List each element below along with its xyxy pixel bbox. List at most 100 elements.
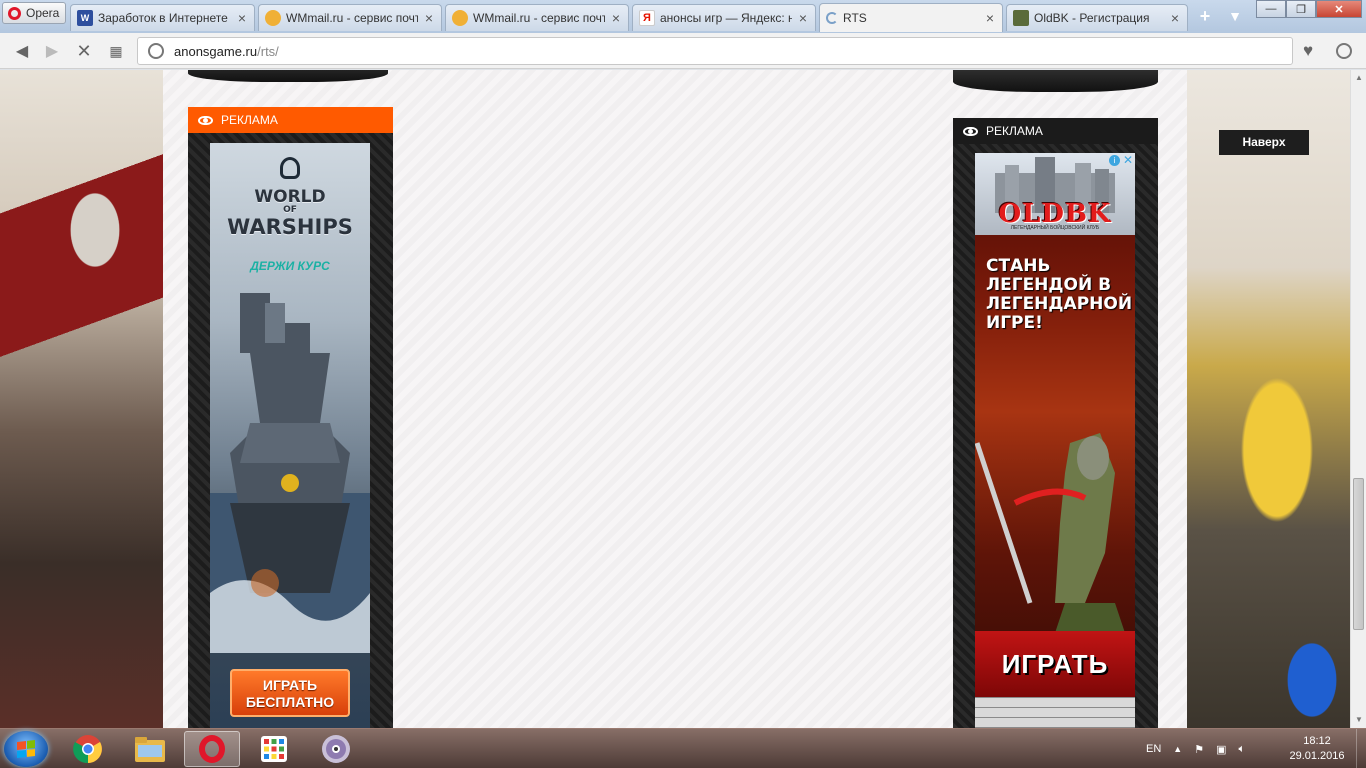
account-icon[interactable]	[1334, 41, 1354, 61]
ad-header-label: РЕКЛАМА	[986, 124, 1043, 138]
tab-menu-icon[interactable]: ▼	[1222, 4, 1248, 28]
oldbk-sublogo: ЛЕГЕНДАРНЫЙ БОЙЦОВСКИЙ КЛУБ	[1010, 225, 1100, 231]
site-info-icon[interactable]	[148, 43, 164, 59]
play-button[interactable]: ИГРАТЬ	[975, 631, 1135, 697]
knight-image	[975, 433, 1125, 633]
wmzona-icon: W	[77, 10, 93, 26]
oldbk-banner[interactable]: OLDBK ЛЕГЕНДАРНЫЙ БОЙЦОВСКИЙ КЛУБ i ✕ СТ…	[975, 153, 1135, 728]
stone-wall-image	[975, 697, 1135, 728]
tab-title: OldBK - Регистрация	[1034, 11, 1150, 25]
back-icon[interactable]: ◀	[12, 41, 32, 61]
language-indicator[interactable]: EN	[1146, 743, 1161, 755]
opera-menu-label: Opera	[26, 6, 60, 20]
scroll-down-icon[interactable]: ▼	[1351, 712, 1366, 728]
chrome-taskbar-button[interactable]	[60, 731, 116, 767]
close-tab-icon[interactable]: ×	[610, 10, 622, 26]
play-free-button[interactable]: ИГРАТЬ БЕСПЛАТНО	[230, 669, 350, 717]
explorer-taskbar-button[interactable]	[122, 731, 178, 767]
opera-taskbar-button[interactable]	[184, 731, 240, 767]
navigation-bar: ◀ ▶ ✕ ▦ anonsgame.ru/rts/ ♥	[0, 33, 1366, 69]
close-tab-icon[interactable]: ×	[1169, 10, 1181, 26]
ad-block-left: РЕКЛАМА WORLD OF WARSHIPS ДЕРЖИ КУРС ИГР…	[188, 107, 393, 728]
close-tab-icon[interactable]: ×	[984, 10, 996, 26]
brand-line: OF	[283, 205, 297, 215]
brand-line: WARSHIPS	[227, 215, 353, 239]
media-player-taskbar-button[interactable]	[308, 731, 364, 767]
folder-icon	[135, 737, 165, 762]
battleship-image	[210, 293, 370, 653]
content-area: РЕКЛАМА WORLD OF WARSHIPS ДЕРЖИ КУРС ИГР…	[163, 70, 1187, 728]
show-desktop-button[interactable]	[1356, 729, 1366, 768]
forward-icon[interactable]: ▶	[42, 41, 62, 61]
ad-block-right: РЕКЛАМА OLDBK ЛЕГЕНДАРНЫЙ БОЙЦОВСКИЙ КЛУ…	[953, 118, 1158, 728]
disc-icon	[322, 735, 350, 763]
close-tab-icon[interactable]: ×	[423, 10, 435, 26]
loading-icon	[826, 12, 838, 24]
page-scrollbar[interactable]: ▲ ▼	[1350, 70, 1366, 728]
url-path: /rts/	[257, 43, 279, 59]
browser-tab-strip: Opera W Заработок в Интернете × WMmail.r…	[0, 0, 1366, 33]
scrollbar-thumb[interactable]	[1353, 478, 1364, 630]
tab-yandex[interactable]: Я анонсы игр — Яндекс: нашлось ×	[632, 4, 816, 31]
maximize-icon[interactable]: ❐	[1286, 0, 1316, 18]
windows-logo-icon	[17, 740, 35, 758]
ad-slogan: ДЕРЖИ КУРС	[250, 259, 330, 273]
anchor-logo-icon	[280, 157, 300, 179]
action-center-flag-icon[interactable]: ⚑	[1194, 743, 1204, 756]
windows-taskbar: EN ▲ ⚑ ▣ 🔈︎ 18:12 29.01.2016	[0, 728, 1366, 768]
tab-title: WMmail.ru - сервис почтовых рассылок	[473, 11, 605, 25]
volume-icon[interactable]: 🔈︎	[1238, 743, 1245, 756]
tab-oldbk[interactable]: OldBK - Регистрация ×	[1006, 4, 1188, 31]
app-grid-icon	[261, 736, 287, 762]
network-icon[interactable]: ▣	[1216, 743, 1226, 756]
url-host: anonsgame.ru	[174, 43, 258, 59]
background-art-left	[0, 70, 163, 728]
yandex-icon: Я	[639, 10, 655, 26]
ribbon-left	[188, 70, 388, 82]
app-grid-taskbar-button[interactable]	[246, 731, 302, 767]
chrome-icon	[73, 735, 102, 764]
ad-header-label: РЕКЛАМА	[221, 113, 278, 127]
scroll-to-top-button[interactable]: Наверх	[1219, 130, 1309, 155]
ribbon-right	[953, 70, 1158, 92]
background-art-right	[1187, 70, 1352, 728]
speed-dial-icon[interactable]: ▦	[106, 41, 126, 61]
tab-title: анонсы игр — Яндекс: нашлось	[660, 11, 792, 25]
close-window-icon[interactable]: ✕	[1316, 0, 1362, 18]
opera-menu-button[interactable]: Opera	[2, 2, 66, 24]
bookmark-heart-icon[interactable]: ♥	[1298, 41, 1318, 61]
eye-icon	[198, 115, 213, 125]
close-tab-icon[interactable]: ×	[236, 10, 248, 26]
tab-title: Заработок в Интернете	[98, 11, 228, 25]
ad-close-icon[interactable]: ✕	[1123, 153, 1133, 167]
tab-wmmail-2[interactable]: WMmail.ru - сервис почтовых рассылок ×	[445, 4, 629, 31]
system-tray: EN ▲ ⚑ ▣ 🔈︎	[1146, 729, 1245, 768]
brand-line: WORLD	[254, 187, 326, 207]
scroll-up-icon[interactable]: ▲	[1351, 70, 1366, 86]
clock-time: 18:12	[1303, 735, 1331, 747]
wmmail-icon	[265, 10, 281, 26]
tab-title: WMmail.ru - сервис почтовых рассылок	[286, 11, 418, 25]
oldbk-icon	[1013, 10, 1029, 26]
tab-zarabotok[interactable]: W Заработок в Интернете ×	[70, 4, 255, 31]
opera-icon	[199, 735, 225, 763]
ad-header: РЕКЛАМА	[953, 118, 1158, 144]
clock-date: 29.01.2016	[1289, 750, 1345, 762]
stop-loading-icon[interactable]: ✕	[74, 41, 94, 61]
ad-header: РЕКЛАМА	[188, 107, 393, 133]
opera-logo-icon	[8, 6, 21, 20]
web-page: РЕКЛАМА WORLD OF WARSHIPS ДЕРЖИ КУРС ИГР…	[0, 70, 1366, 728]
ad-info-icon[interactable]: i	[1109, 155, 1120, 166]
taskbar-clock[interactable]: 18:12 29.01.2016	[1282, 734, 1352, 764]
new-tab-icon[interactable]: +	[1192, 4, 1218, 28]
close-tab-icon[interactable]: ×	[797, 10, 809, 26]
show-hidden-icons-icon[interactable]: ▲	[1173, 744, 1182, 754]
oldbk-headline: СТАНЬ ЛЕГЕНДОЙ В ЛЕГЕНДАРНОЙ ИГРЕ!	[986, 256, 1133, 333]
tab-wmmail-1[interactable]: WMmail.ru - сервис почтовых рассылок ×	[258, 4, 442, 31]
world-of-warships-banner[interactable]: WORLD OF WARSHIPS ДЕРЖИ КУРС ИГРАТЬ БЕСП…	[210, 143, 370, 728]
tab-title: RTS	[843, 11, 867, 25]
address-bar[interactable]: anonsgame.ru/rts/	[137, 37, 1293, 65]
start-button[interactable]	[4, 731, 48, 767]
minimize-icon[interactable]: —	[1256, 0, 1286, 18]
tab-rts[interactable]: RTS ×	[819, 3, 1003, 32]
